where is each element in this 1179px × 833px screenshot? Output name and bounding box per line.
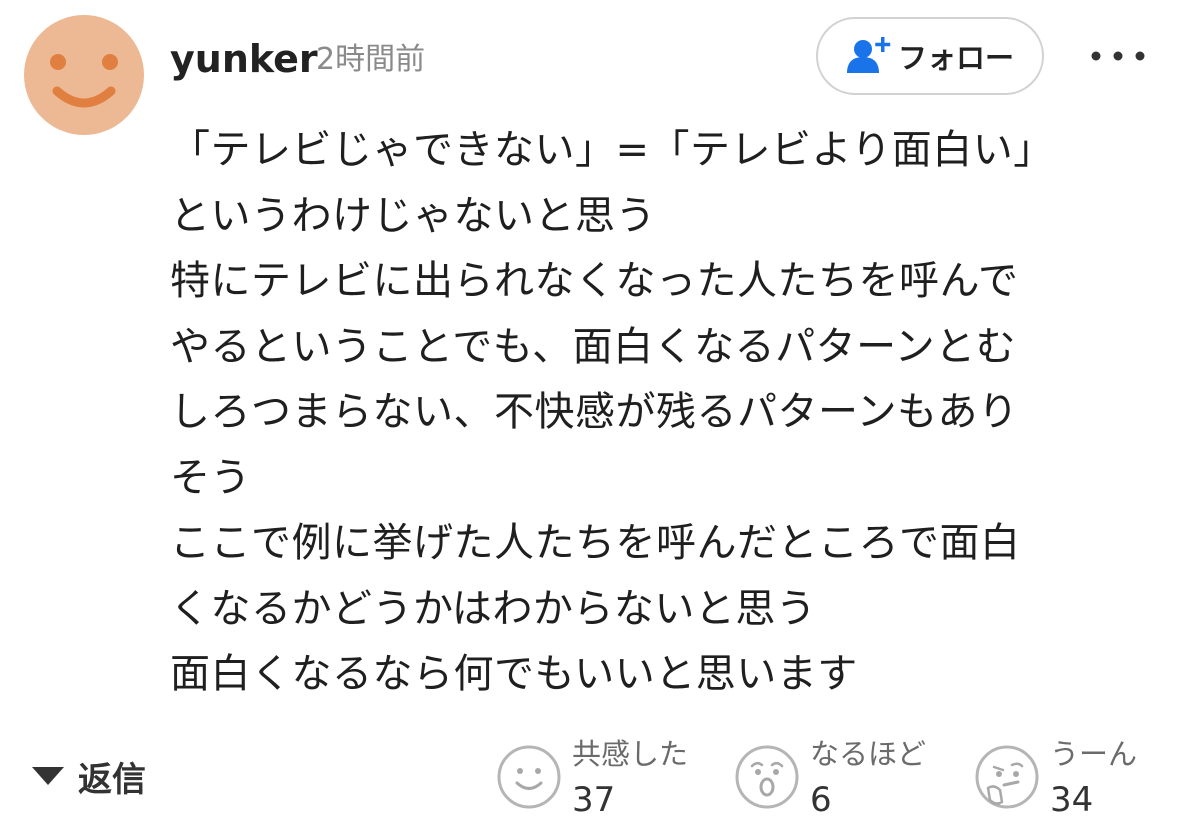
surprised-face-icon <box>734 744 800 810</box>
thinking-face-icon <box>974 744 1040 810</box>
caret-down-icon <box>30 764 66 788</box>
more-horizontal-icon[interactable] <box>1086 44 1150 68</box>
comment-line: やるということでも、面白くなるパターンとむ <box>170 323 1017 370</box>
reply-toggle-button[interactable]: 返信 <box>30 752 146 800</box>
comment-line: しろつまらない、不快感が残るパターンもあり <box>170 389 1019 435</box>
reaction-count: 6 <box>810 780 832 820</box>
comment-body: 「テレビじゃできない」=「テレビより面白い」 というわけじゃないと思う 特にテレ… <box>170 118 1130 708</box>
comment-line: そう <box>170 454 251 501</box>
comment-line: というわけじゃないと思う <box>170 192 656 239</box>
comment-line: 「テレビじゃできない」=「テレビより面白い」 <box>170 127 1054 173</box>
smile-face-icon <box>496 744 562 810</box>
comment-line: くなるかどうかはわからないと思う <box>170 585 817 632</box>
reaction-label: 共感した <box>572 737 689 771</box>
reaction-label: なるほど <box>810 737 927 771</box>
person-plus-icon <box>846 35 892 77</box>
comment-line: ここで例に挙げた人たちを呼んだところで面白 <box>170 520 1021 566</box>
username[interactable]: yunker <box>170 36 318 82</box>
smiling-avatar-icon <box>50 54 118 108</box>
reaction-count: 37 <box>572 780 616 820</box>
reaction-count: 34 <box>1050 780 1094 820</box>
follow-label: フォロー <box>897 41 1014 75</box>
comment-line: 特にテレビに出られなくなった人たちを呼んで <box>170 258 1019 304</box>
comment-line: 面白くなるなら何でもいいと思います <box>170 651 858 697</box>
comment-timestamp: 2時間前 <box>316 42 426 77</box>
follow-button[interactable]: フォロー <box>816 17 1044 95</box>
reaction-label: うーん <box>1050 737 1138 771</box>
user-avatar[interactable] <box>24 15 144 135</box>
reply-label: 返信 <box>78 759 146 800</box>
